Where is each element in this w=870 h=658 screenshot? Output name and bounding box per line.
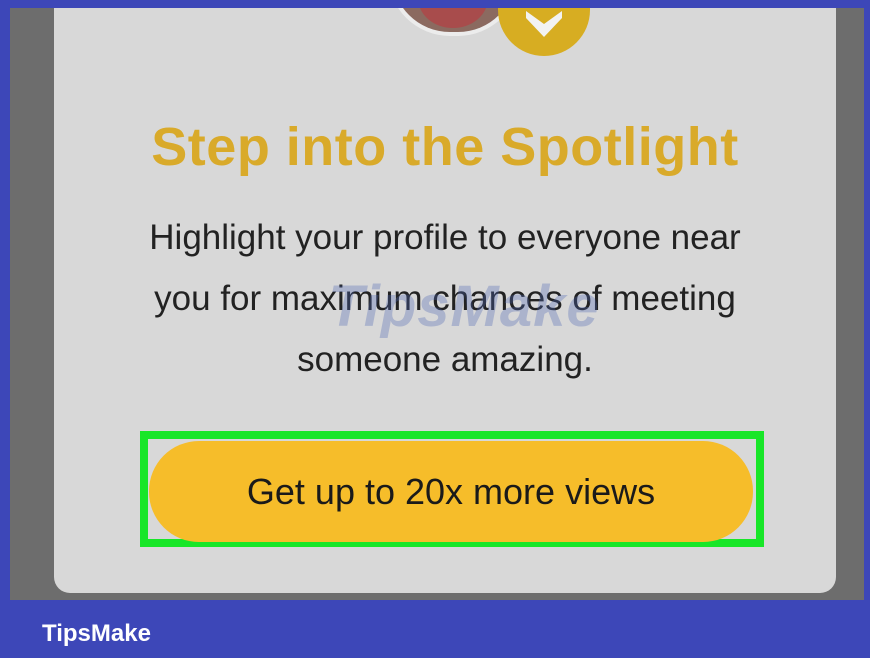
spotlight-icon xyxy=(526,11,562,37)
spotlight-card: Step into the Spotlight Highlight your p… xyxy=(54,8,836,593)
frame-left xyxy=(0,0,10,600)
page-title: Step into the Spotlight xyxy=(151,117,739,177)
avatar-photo xyxy=(418,8,488,28)
spotlight-badge xyxy=(498,8,590,56)
watermark-text: TipsMake xyxy=(328,274,600,339)
frame-top xyxy=(0,0,870,8)
phone-screen: Step into the Spotlight Highlight your p… xyxy=(10,8,864,600)
frame-right xyxy=(864,0,870,600)
get-more-views-button[interactable]: Get up to 20x more views xyxy=(149,441,753,542)
footer-brand: TipsMake xyxy=(42,620,151,647)
profile-avatar-group xyxy=(388,8,520,38)
